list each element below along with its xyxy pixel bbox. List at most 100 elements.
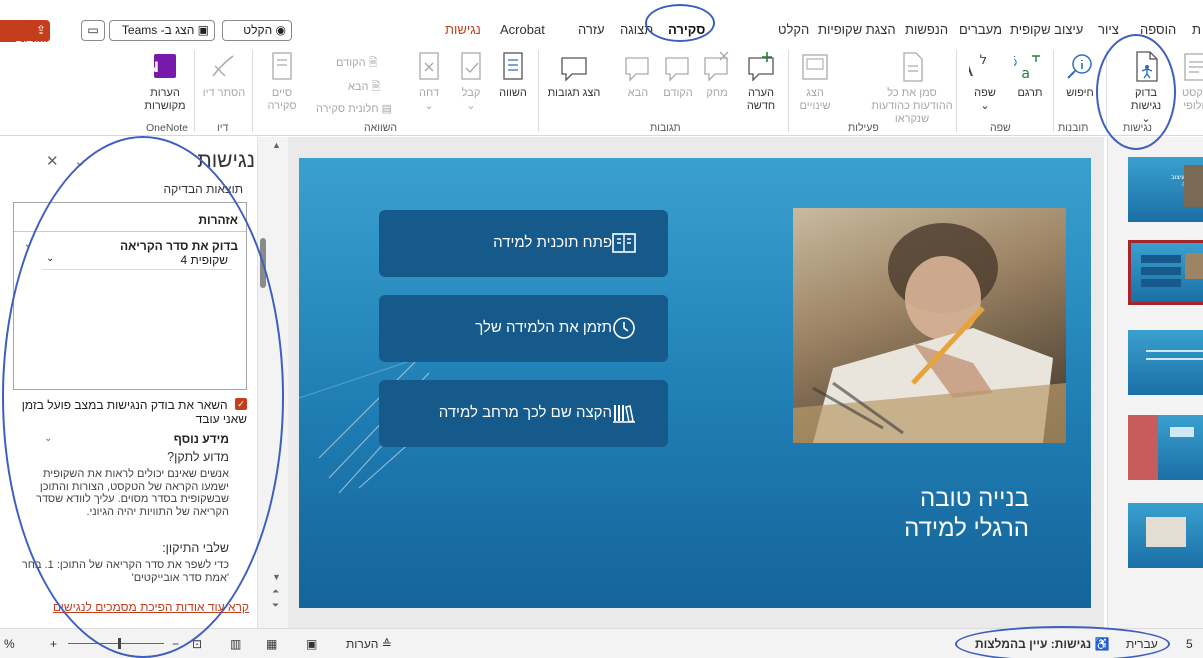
- smart-lookup-button[interactable]: חיפוש: [1058, 50, 1102, 100]
- pane-options-chevron-icon[interactable]: ⌄: [74, 152, 87, 170]
- reviewing-pane-button[interactable]: ▤ חלונית סקירה: [316, 102, 392, 115]
- slideshow-icon[interactable]: ⊡: [192, 637, 202, 651]
- tab-acrobat[interactable]: Acrobat: [500, 22, 545, 37]
- notes-button[interactable]: ≙ הערות: [346, 637, 392, 651]
- mark-all-read-button[interactable]: סמן את כל ההודעות כהודעות שנקראו: [870, 50, 954, 126]
- teams-label: הצג ב- Teams: [121, 23, 195, 37]
- next-slide-icon[interactable]: ⏷: [272, 600, 279, 611]
- tab-record[interactable]: הקלט: [778, 22, 809, 37]
- slide-button-space-label: הקצה שם לכך מרחב למידה: [438, 404, 612, 421]
- slide-result-label: שקופית 4: [180, 253, 228, 267]
- language-button[interactable]: A ל שפה ⌄: [964, 50, 1006, 113]
- present-in-teams-button[interactable]: ▣ הצג ב- Teams: [109, 20, 215, 41]
- slide-canvas[interactable]: פתח תוכנית למידה תזמן את הלמידה שלך הקצה…: [299, 158, 1091, 608]
- record-button[interactable]: ◉ הקלט: [222, 20, 292, 41]
- accessibility-status[interactable]: ♿ נגישות: עיין בהמלצות: [975, 637, 1109, 651]
- reading-view-icon[interactable]: ▥: [230, 637, 241, 651]
- reading-order-item[interactable]: בדוק את סדר הקריאה ⌄: [14, 239, 246, 253]
- chevron-down-icon: ⌄: [424, 100, 434, 112]
- tab-view[interactable]: תצוגה: [620, 22, 653, 37]
- slide-thumbnail[interactable]: [1128, 330, 1203, 395]
- comment-icon: ▭: [87, 23, 99, 37]
- compare-button[interactable]: השווה: [494, 50, 532, 100]
- group-separator: [538, 50, 539, 132]
- chevron-down-icon[interactable]: ⌄: [46, 253, 54, 264]
- scroll-up-icon[interactable]: ▲: [272, 140, 281, 150]
- zoom-slider-thumb[interactable]: [118, 638, 121, 649]
- share-button[interactable]: ⇪ שיתוף: [0, 20, 50, 51]
- scrollbar-thumb[interactable]: [260, 238, 266, 288]
- compare-label: השווה: [499, 87, 527, 99]
- reject-button[interactable]: דחה ⌄: [410, 50, 448, 113]
- zoom-level[interactable]: %: [4, 637, 15, 651]
- slide-4-result[interactable]: שקופית 4 ⌄: [42, 253, 232, 270]
- slide-thumbnail-selected[interactable]: [1128, 240, 1203, 305]
- linked-notes-button[interactable]: N הערות מקושרות: [140, 50, 190, 113]
- checkbox-checked-icon[interactable]: ✓: [235, 398, 247, 410]
- keep-running-option[interactable]: ✓ השאר את בודק הנגישות במצב פועל בזמן שא…: [7, 398, 247, 426]
- vertical-scrollbar[interactable]: [258, 137, 288, 628]
- new-comment-button[interactable]: הערה חדשה: [738, 50, 784, 113]
- compare-previous-button[interactable]: 🗎 הקודם: [336, 54, 377, 73]
- close-icon[interactable]: ✕: [46, 152, 59, 170]
- slide-thumbnail[interactable]: [1128, 415, 1203, 480]
- group-label-onenote: OneNote: [146, 122, 189, 134]
- svg-text:N: N: [150, 60, 159, 76]
- tab-help[interactable]: עזרה: [578, 22, 605, 37]
- slide-button-open-plan[interactable]: פתח תוכנית למידה: [379, 210, 668, 277]
- additional-info-header[interactable]: מידע נוסף: [174, 432, 229, 446]
- scroll-down-icon[interactable]: ▼: [272, 572, 281, 582]
- tab-accessibility[interactable]: נגישות: [445, 22, 481, 37]
- show-changes-label: הצג שינויים: [799, 87, 831, 112]
- comments-button[interactable]: ▭: [81, 20, 105, 41]
- slide-title[interactable]: בנייה טובה הרגלי למידה: [904, 484, 1029, 544]
- thumbnail-bar: [1141, 267, 1181, 275]
- normal-view-icon[interactable]: ▣: [306, 637, 317, 651]
- zoom-out-icon[interactable]: −: [172, 637, 179, 651]
- previous-slide-icon[interactable]: ⏶: [272, 586, 279, 597]
- next-label: הבא: [627, 87, 649, 99]
- tab-insert[interactable]: הוספה: [1140, 22, 1176, 37]
- tab-draw[interactable]: ציור: [1098, 22, 1119, 37]
- slide-button-schedule[interactable]: תזמן את הלמידה שלך: [379, 295, 668, 362]
- translate-button[interactable]: あ a תרגם: [1010, 50, 1050, 100]
- tab-review[interactable]: סקירה: [668, 22, 705, 37]
- accept-button[interactable]: קבל ⌄: [452, 50, 490, 113]
- compare-icon: [503, 52, 523, 80]
- chevron-down-icon: ⌄: [466, 100, 476, 112]
- student-writing-photo[interactable]: [793, 208, 1066, 443]
- group-label-compare: השוואה: [364, 122, 398, 134]
- zoom-in-icon[interactable]: +: [50, 637, 57, 651]
- group-label-language: שפה: [990, 122, 1011, 134]
- zoom-slider[interactable]: [68, 643, 164, 644]
- show-comments-button[interactable]: הצג תגובות: [545, 50, 603, 100]
- tab-animations[interactable]: הנפשות: [905, 22, 948, 37]
- hide-ink-button[interactable]: הסתר דיו: [200, 50, 248, 100]
- learn-more-link[interactable]: קרא עוד אודות הפיכת מסמכים לנגישים: [53, 600, 249, 614]
- slide-thumbnail[interactable]: [1128, 503, 1203, 568]
- slide-button-space[interactable]: הקצה שם לכך מרחב למידה: [379, 380, 668, 447]
- previous-comment-button[interactable]: הקודם: [660, 50, 696, 100]
- alt-text-button[interactable]: טקסט חלופי: [1176, 50, 1203, 113]
- book-icon: [612, 233, 636, 253]
- next-comment-button[interactable]: הבא: [620, 50, 656, 100]
- chevron-down-icon[interactable]: ⌄: [44, 433, 52, 444]
- tab-design[interactable]: עיצוב שקופית: [1010, 22, 1083, 37]
- show-changes-button[interactable]: הצג שינויים: [792, 50, 838, 113]
- slide-number[interactable]: 5: [1186, 637, 1193, 651]
- end-review-icon: [272, 52, 292, 80]
- slide-sorter-icon[interactable]: ▦: [266, 637, 277, 651]
- end-review-button[interactable]: סיים סקירה: [260, 50, 304, 113]
- tab-file[interactable]: ת: [1192, 22, 1201, 37]
- check-accessibility-button[interactable]: בדוק נגישות ⌄: [1120, 50, 1172, 126]
- accept-label: קבל: [461, 87, 481, 99]
- chevron-down-icon: ⌄: [980, 100, 990, 112]
- slide-thumbnail[interactable]: למידה עיצוב מחשבה: [1128, 157, 1203, 222]
- compare-next-button[interactable]: 🗎 הבא: [348, 78, 380, 97]
- delete-comment-button[interactable]: מחק: [700, 50, 734, 100]
- reading-order-label: בדוק את סדר הקריאה: [120, 239, 238, 253]
- tab-slideshow[interactable]: הצגת שקופיות: [818, 22, 896, 37]
- translate-label: תרגם: [1017, 87, 1043, 99]
- tab-transitions[interactable]: מעברים: [959, 22, 1002, 37]
- language-indicator[interactable]: עברית: [1126, 637, 1158, 651]
